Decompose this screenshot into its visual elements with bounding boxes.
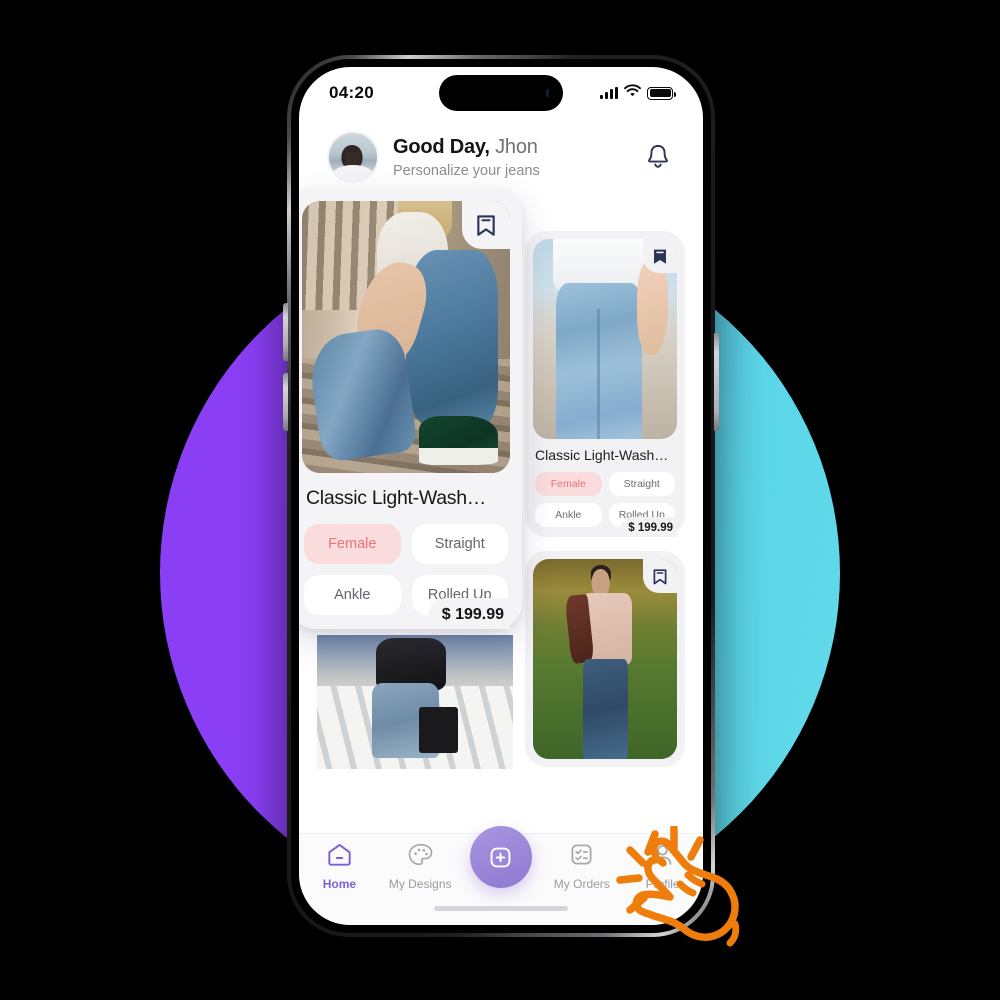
product-feed: $ 199.99 Classic Light-Wash… Female Stra… bbox=[299, 189, 703, 833]
front-camera-dot bbox=[546, 89, 549, 97]
bookmark-outline-icon[interactable] bbox=[643, 559, 677, 593]
nav-center-slot bbox=[461, 826, 542, 888]
product-card-right-bottom[interactable] bbox=[525, 551, 685, 767]
greeting-header: Good Day, Jhon Personalize your jeans bbox=[299, 119, 703, 183]
palette-icon bbox=[407, 842, 434, 872]
product-tag-ankle[interactable]: Ankle bbox=[535, 503, 602, 527]
phone-screen: 04:20 Good Day, Jhon Personalize your je… bbox=[299, 67, 703, 925]
status-bar-clock: 04:20 bbox=[329, 83, 374, 102]
product-price: $ 199.99 bbox=[427, 598, 510, 629]
nav-item-home[interactable]: Home bbox=[299, 842, 380, 891]
avatar[interactable] bbox=[327, 131, 379, 183]
product-title: Classic Light-Wash… bbox=[306, 487, 486, 509]
product-tag-straight[interactable]: Straight bbox=[411, 524, 508, 564]
bookmark-outline-icon[interactable] bbox=[462, 201, 510, 249]
status-bar: 04:20 bbox=[299, 67, 703, 119]
product-tag-female[interactable]: Female bbox=[304, 524, 401, 564]
add-plus-square-icon[interactable] bbox=[469, 826, 532, 888]
greeting-subtitle: Personalize your jeans bbox=[393, 162, 540, 179]
cellular-signal-icon bbox=[600, 87, 618, 99]
product-tag-straight[interactable]: Straight bbox=[608, 472, 675, 496]
status-bar-indicators bbox=[600, 84, 676, 102]
product-card-featured[interactable]: $ 199.99 Classic Light-Wash… Female Stra… bbox=[299, 189, 522, 629]
volume-down-button[interactable] bbox=[283, 373, 288, 431]
greeting-bold: Good Day, bbox=[393, 135, 490, 158]
phone-device-frame: 04:20 Good Day, Jhon Personalize your je… bbox=[283, 55, 719, 937]
user-profile-icon bbox=[649, 842, 676, 872]
product-tag-ankle[interactable]: Ankle bbox=[304, 575, 401, 615]
nav-label-my-designs: My Designs bbox=[388, 877, 452, 891]
home-icon bbox=[326, 842, 353, 872]
notification-bell-icon[interactable] bbox=[641, 140, 675, 174]
nav-item-my-orders[interactable]: My Orders bbox=[541, 842, 622, 891]
nav-label-my-orders: My Orders bbox=[553, 877, 610, 891]
wifi-icon bbox=[624, 84, 641, 102]
greeting-user-name: Jhon bbox=[495, 135, 538, 158]
product-card-left-bottom[interactable] bbox=[317, 635, 513, 769]
greeting-text-block: Good Day, Jhon Personalize your jeans bbox=[393, 136, 627, 179]
battery-icon bbox=[647, 86, 676, 100]
nav-label-profile: Profile bbox=[645, 877, 680, 891]
bottom-navigation-bar: Home My Designs My Orders Profile bbox=[299, 826, 703, 925]
volume-up-button[interactable] bbox=[283, 303, 288, 361]
greeting-line: Good Day, Jhon bbox=[393, 136, 627, 159]
bottom-nav-items: Home My Designs My Orders Profile bbox=[299, 826, 703, 896]
product-photo bbox=[317, 635, 513, 769]
home-indicator[interactable] bbox=[434, 906, 568, 911]
nav-item-profile[interactable]: Profile bbox=[622, 842, 703, 891]
product-price: $ 199.99 bbox=[619, 517, 677, 537]
power-side-button[interactable] bbox=[714, 333, 719, 431]
bookmark-filled-icon[interactable] bbox=[643, 239, 677, 273]
nav-item-my-designs[interactable]: My Designs bbox=[380, 842, 461, 891]
phone-bezel: 04:20 Good Day, Jhon Personalize your je… bbox=[291, 59, 711, 933]
product-tag-female[interactable]: Female bbox=[535, 472, 602, 496]
product-card-right-top[interactable]: $ 199.99 Classic Light-Wash… Female Stra… bbox=[525, 231, 685, 537]
nav-label-home: Home bbox=[322, 877, 357, 891]
product-column-right: $ 199.99 Classic Light-Wash… Female Stra… bbox=[525, 231, 685, 781]
checklist-icon bbox=[568, 842, 595, 872]
product-title: Classic Light-Wash… bbox=[535, 447, 669, 463]
dynamic-island bbox=[439, 75, 563, 111]
